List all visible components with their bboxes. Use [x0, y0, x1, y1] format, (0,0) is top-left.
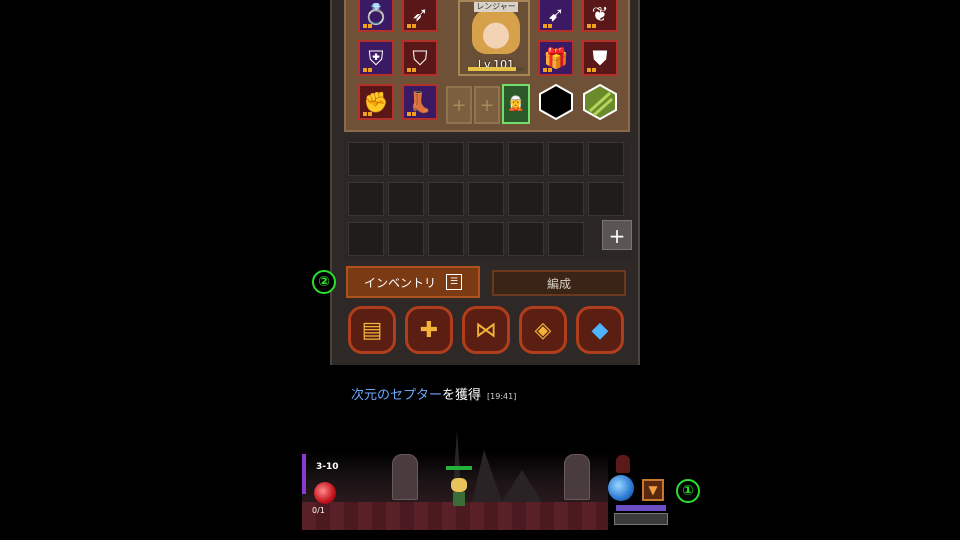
hero-head [451, 478, 467, 492]
bow-icon: ➹ [547, 2, 565, 26]
stone-pillar [564, 454, 590, 500]
down-arrow-icon[interactable]: ▼ [642, 479, 664, 501]
inventory-slot[interactable] [548, 182, 584, 216]
progress-bar [616, 505, 666, 511]
gem-counter: 0/1 [312, 506, 325, 515]
filter-icon[interactable]: ☰ [446, 274, 462, 290]
shield-icon: ⛊ [592, 46, 608, 70]
cube-button[interactable]: ◈ [519, 306, 567, 354]
inventory-slot[interactable] [548, 222, 584, 256]
inventory-grid: + [344, 138, 632, 260]
inventory-slot[interactable] [468, 222, 504, 256]
inventory-slot[interactable] [388, 182, 424, 216]
equip-slot-bow[interactable]: ➹ [538, 0, 574, 32]
amulet-icon: ❦ [591, 2, 609, 26]
equip-slot-amulet[interactable]: ❦ [582, 0, 618, 32]
hero-hp-bar [446, 466, 472, 470]
boots-icon: 👢 [407, 90, 433, 114]
inventory-slot[interactable] [508, 142, 544, 176]
empty-slot-1[interactable]: + [446, 86, 472, 124]
crystal-button[interactable]: ◆ [576, 306, 624, 354]
equip-slot-boots[interactable]: 👢 [402, 84, 438, 120]
empty-slot-2[interactable]: + [474, 86, 500, 124]
dark-hex-icon [539, 83, 573, 121]
character-portrait[interactable]: レンジャー Lv.101 [458, 0, 530, 76]
companion-slot[interactable]: 🧝 [502, 84, 530, 124]
cross-button[interactable]: ✚ [405, 306, 453, 354]
scene-side-ui: ▼ [606, 455, 668, 529]
battle-scene: 3-10 0/1 [302, 410, 608, 530]
spire [502, 470, 542, 502]
plus-icon: + [451, 94, 467, 116]
inventory-slot[interactable] [548, 142, 584, 176]
cube-icon: ◈ [534, 317, 552, 343]
tab-inventory[interactable]: インベントリ ☰ [346, 266, 480, 298]
loot-item-name: 次元のセプター [351, 388, 443, 403]
gauntlet-icon: ✊ [363, 90, 389, 114]
equip-slot-arrow[interactable]: ➶ [402, 0, 438, 32]
skill-plate [614, 513, 668, 525]
hex-slot-green[interactable] [582, 83, 618, 121]
arrow-icon: ➶ [411, 2, 429, 26]
shoulder-armor-icon: ⛨ [368, 46, 384, 70]
plus-icon: + [479, 94, 495, 116]
equipment-area: 💍 ➶ ⛨ ⛉ ✊ 👢 レンジャー Lv.101 ➹ ❦ 🎁 ⛊ + + 🧝 [344, 0, 630, 132]
tab-formation[interactable]: 編成 [492, 270, 626, 296]
ring-icon: 💍 [363, 2, 389, 26]
red-gem-icon[interactable] [314, 482, 336, 504]
inventory-slot[interactable] [588, 182, 624, 216]
inventory-slot[interactable] [428, 182, 464, 216]
spire [472, 450, 502, 502]
rune-button[interactable]: ⋈ [462, 306, 510, 354]
hero-sprite [446, 466, 472, 508]
inventory-slot[interactable] [428, 142, 464, 176]
inventory-slot[interactable] [388, 222, 424, 256]
inventory-slot[interactable] [428, 222, 464, 256]
character-panel: 💍 ➶ ⛨ ⛉ ✊ 👢 レンジャー Lv.101 ➹ ❦ 🎁 ⛊ + + 🧝 + [330, 0, 640, 365]
inventory-slot[interactable] [388, 142, 424, 176]
treasure-chest-icon: ▤ [361, 317, 383, 343]
stone-pillar [392, 454, 418, 500]
gift-box-icon: 🎁 [543, 46, 569, 70]
loot-timestamp: [19:41] [487, 392, 517, 401]
inventory-slot[interactable] [508, 182, 544, 216]
cross-icon: ✚ [419, 317, 439, 343]
inventory-slot[interactable] [468, 142, 504, 176]
chest-armor-icon: ⛉ [412, 46, 428, 70]
companion-icon: 🧝 [507, 96, 525, 112]
mana-orb-icon[interactable] [608, 475, 634, 501]
boss-icon [616, 455, 630, 473]
inventory-slot[interactable] [588, 142, 624, 176]
equip-slot-chest[interactable]: ⛉ [402, 40, 438, 76]
inventory-slot[interactable] [468, 182, 504, 216]
equip-slot-shoulder[interactable]: ⛨ [358, 40, 394, 76]
rune-icon: ⋈ [475, 317, 497, 343]
hex-slot-dark[interactable] [538, 83, 574, 121]
equip-slot-gauntlet[interactable]: ✊ [358, 84, 394, 120]
callout-marker-2: ② [312, 270, 336, 294]
inventory-slot[interactable] [348, 142, 384, 176]
equip-slot-ring[interactable]: 💍 [358, 0, 394, 32]
exp-bar-fill [468, 67, 516, 71]
tab-formation-label: 編成 [546, 276, 571, 291]
stage-label: 3-10 [316, 462, 339, 472]
callout-marker-1: ① [676, 479, 700, 503]
exp-bar [468, 67, 524, 71]
treasure-chest-button[interactable]: ▤ [348, 306, 396, 354]
character-class-tag: レンジャー [474, 2, 518, 12]
tab-inventory-label: インベントリ [363, 275, 436, 290]
inventory-slot[interactable] [508, 222, 544, 256]
loot-log: 次元のセプターを獲得 [19:41] [351, 384, 516, 403]
inventory-slot[interactable] [348, 182, 384, 216]
loot-message: を獲得 [442, 388, 482, 403]
hero-body [453, 492, 465, 506]
inventory-slot[interactable] [348, 222, 384, 256]
crystal-icon: ◆ [591, 317, 609, 343]
portal-edge [302, 454, 306, 494]
add-inventory-button[interactable]: + [602, 220, 632, 250]
equip-slot-gift[interactable]: 🎁 [538, 40, 574, 76]
character-face [472, 8, 520, 54]
equip-slot-shield[interactable]: ⛊ [582, 40, 618, 76]
green-hex-icon [583, 83, 617, 121]
